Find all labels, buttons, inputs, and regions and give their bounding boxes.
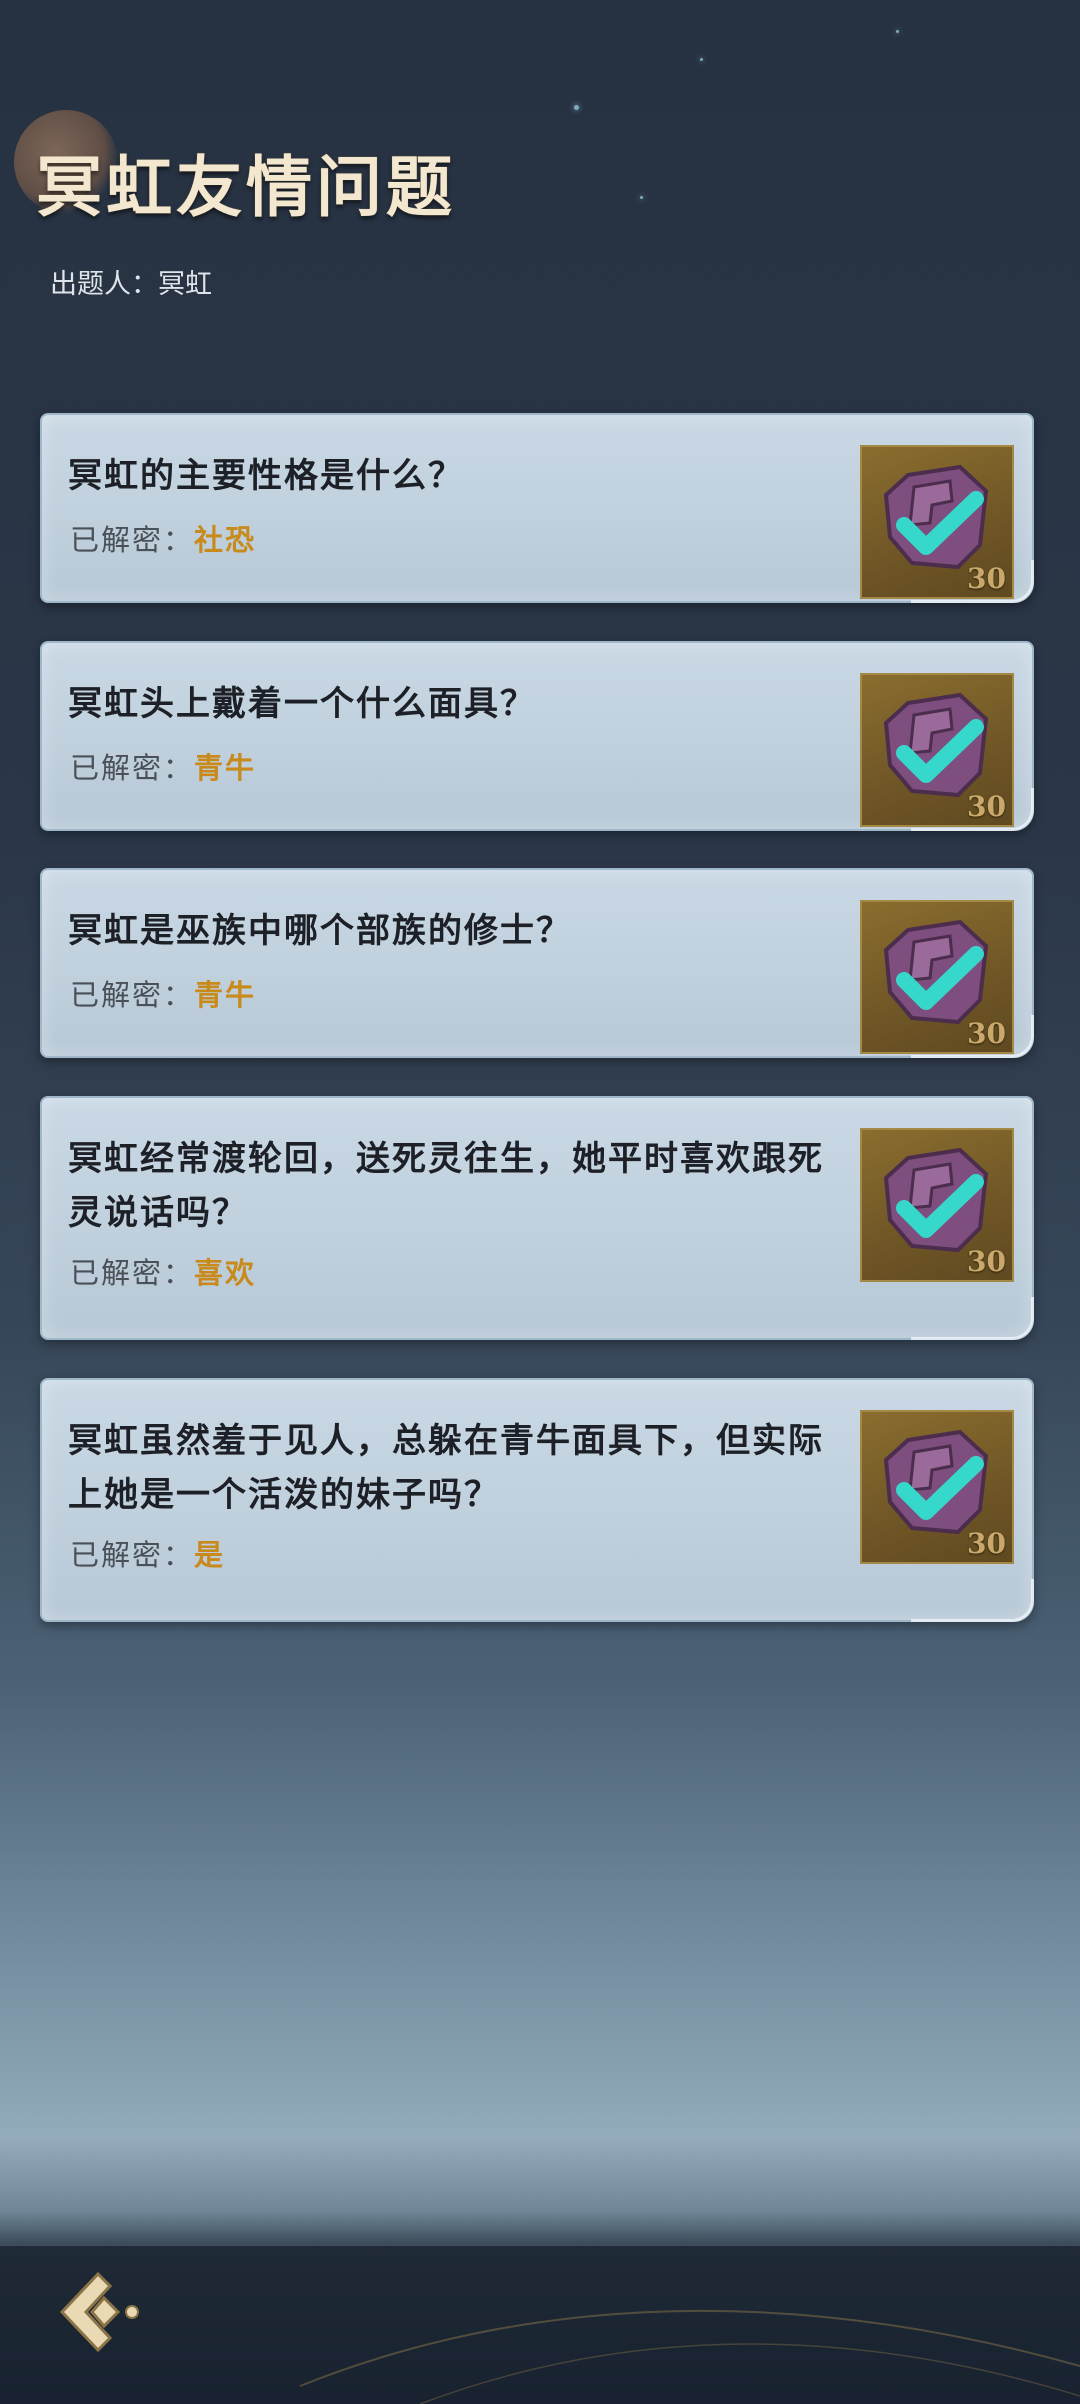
answer-value: 青牛 [194, 751, 257, 785]
star-decoration [574, 105, 579, 110]
asker-name: 冥虹 [158, 269, 212, 300]
answer-line: 已解密：青牛 [70, 972, 256, 1014]
question-card[interactable]: 冥虹头上戴着一个什么面具？ 已解密：青牛 30 [40, 641, 1034, 831]
solved-check-badge-icon: 30 [860, 673, 1014, 827]
answer-line: 已解密：青牛 [70, 745, 256, 787]
question-card[interactable]: 冥虹的主要性格是什么？ 已解密：社恐 30 [40, 413, 1034, 603]
answer-line: 已解密：社恐 [70, 517, 256, 559]
question-card[interactable]: 冥虹是巫族中哪个部族的修士？ 已解密：青牛 30 [40, 868, 1034, 1058]
answer-prefix: 已解密： [70, 523, 195, 557]
reward-count: 30 [967, 562, 1006, 595]
question-text: 冥虹虽然羞于见人，总躲在青牛面具下，但实际上她是一个活泼的妹子吗？ [68, 1421, 824, 1515]
solved-check-badge-icon: 30 [860, 900, 1014, 1054]
reward-count: 30 [967, 1527, 1006, 1560]
star-decoration [700, 58, 703, 61]
answer-value: 社恐 [194, 523, 257, 557]
asker-label: 出题人： [50, 269, 158, 300]
reward-count: 30 [967, 790, 1006, 823]
star-decoration [896, 30, 899, 33]
back-arrow-icon[interactable] [48, 2262, 148, 2362]
answer-value: 是 [194, 1538, 226, 1572]
question-card[interactable]: 冥虹经常渡轮回，送死灵往生，她平时喜欢跟死灵说话吗？ 已解密：喜欢 30 [40, 1096, 1034, 1340]
question-text: 冥虹的主要性格是什么？ [68, 456, 464, 496]
answer-line: 已解密：喜欢 [70, 1250, 256, 1292]
answer-prefix: 已解密： [70, 1256, 195, 1290]
answer-prefix: 已解密： [70, 978, 195, 1012]
answer-prefix: 已解密： [70, 1538, 195, 1572]
answer-value: 喜欢 [194, 1256, 257, 1290]
question-text: 冥虹是巫族中哪个部族的修士？ [68, 911, 572, 951]
answer-value: 青牛 [194, 978, 257, 1012]
reward-count: 30 [967, 1017, 1006, 1050]
page-title: 冥虹友情问题 [36, 148, 456, 226]
question-text: 冥虹经常渡轮回，送死灵往生，她平时喜欢跟死灵说话吗？ [68, 1139, 824, 1233]
solved-check-badge-icon: 30 [860, 1410, 1014, 1564]
question-text: 冥虹头上戴着一个什么面具？ [68, 684, 536, 724]
reward-count: 30 [967, 1245, 1006, 1278]
answer-prefix: 已解密： [70, 751, 195, 785]
solved-check-badge-icon: 30 [860, 445, 1014, 599]
solved-check-badge-icon: 30 [860, 1128, 1014, 1282]
bottom-bar [0, 2245, 1080, 2404]
question-card[interactable]: 冥虹虽然羞于见人，总躲在青牛面具下，但实际上她是一个活泼的妹子吗？ 已解密：是 … [40, 1378, 1034, 1622]
answer-line: 已解密：是 [70, 1532, 225, 1574]
question-author: 出题人：冥虹 [50, 262, 212, 301]
star-decoration [640, 196, 643, 199]
